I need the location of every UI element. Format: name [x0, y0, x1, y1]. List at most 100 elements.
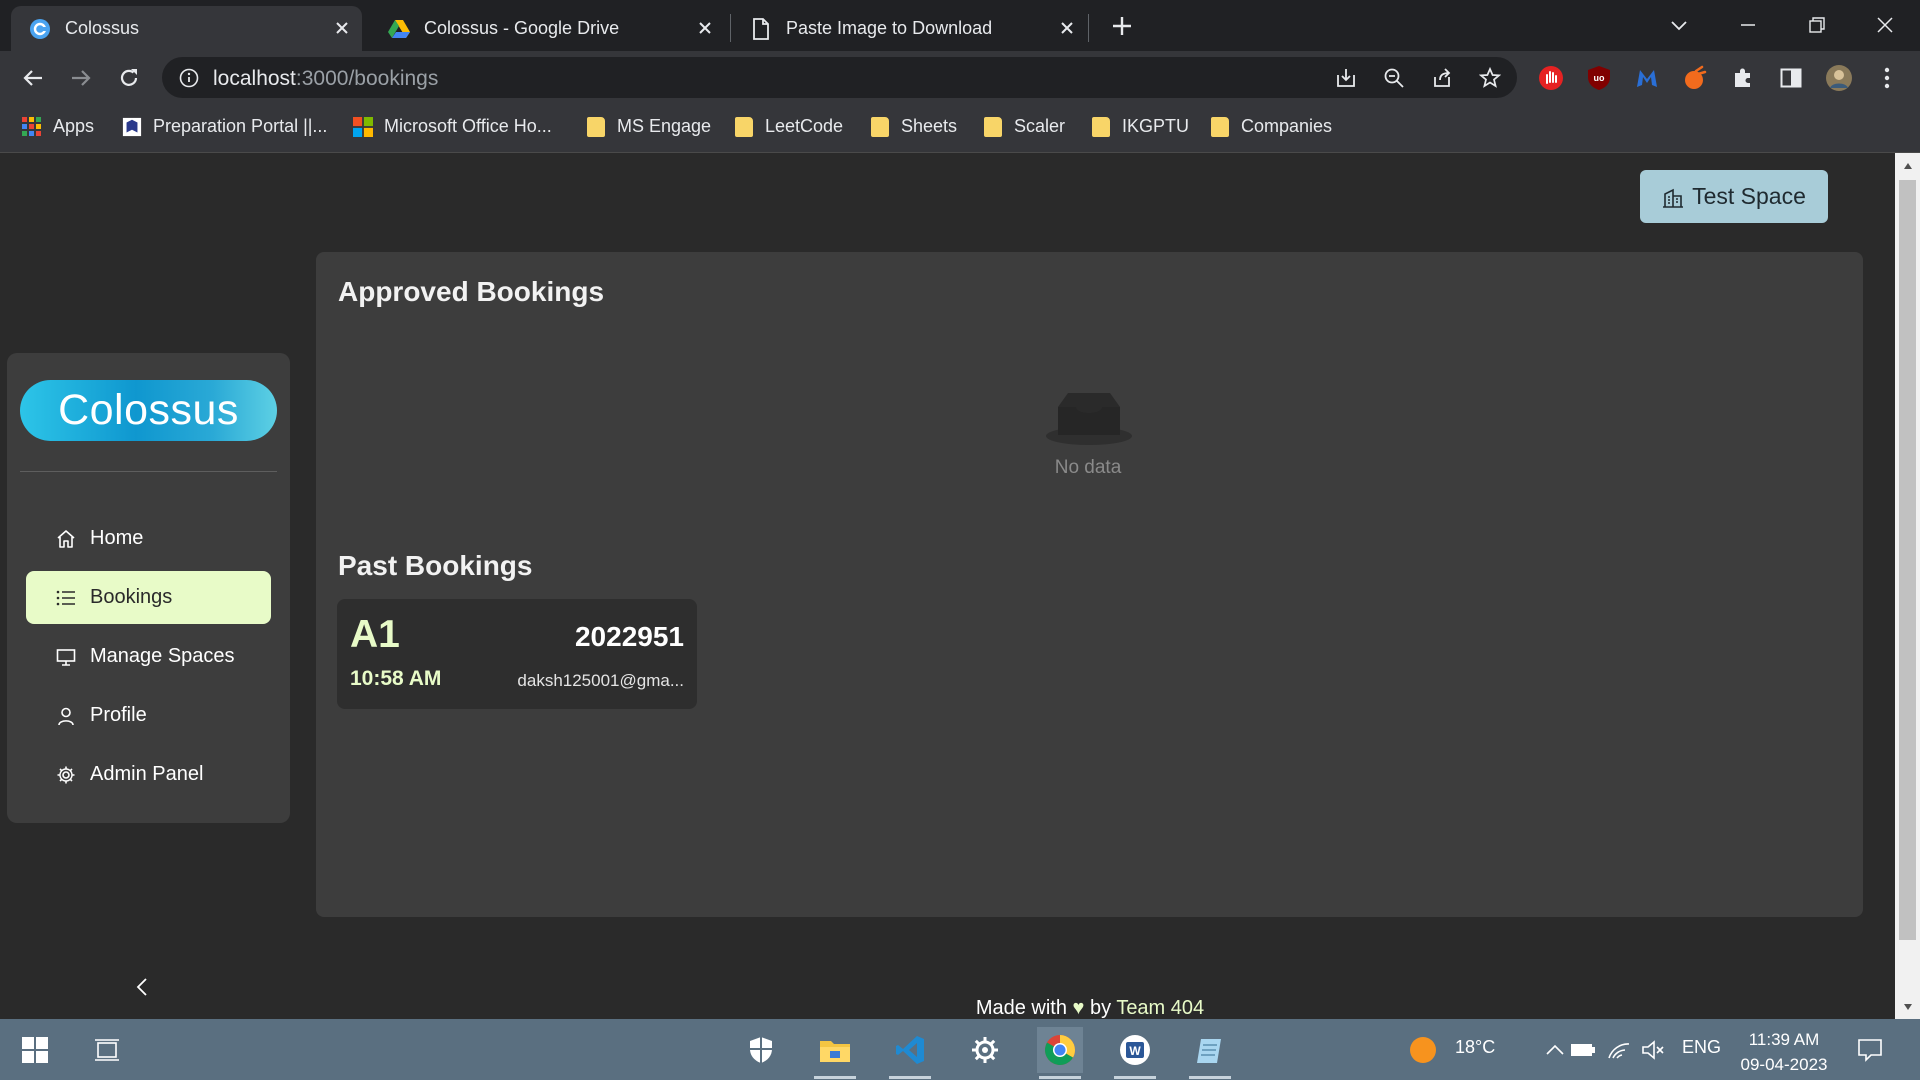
bookmark-label: Sheets: [901, 116, 958, 136]
apps-grid-icon: [22, 116, 42, 137]
reload-icon[interactable]: [115, 64, 143, 92]
heart-icon: ♥: [1072, 997, 1085, 1019]
close-tab-icon[interactable]: [332, 18, 352, 38]
forward-icon[interactable]: [67, 64, 95, 92]
task-view-icon[interactable]: [84, 1027, 130, 1073]
test-space-label: Test Space: [1692, 183, 1806, 209]
approved-bookings-title: Approved Bookings: [338, 276, 605, 307]
tab-paste-image[interactable]: Paste Image to Download: [732, 6, 1087, 51]
booking-email: daksh125001@gma...: [517, 671, 684, 690]
profile-avatar[interactable]: [1825, 64, 1853, 92]
building-icon: [1662, 186, 1684, 208]
close-tab-icon[interactable]: [1057, 18, 1077, 38]
tab-title: Colossus: [65, 18, 140, 38]
weather-sun-icon[interactable]: [1400, 1027, 1446, 1073]
bookings-panel: Approved Bookings No data Past Bookings …: [316, 252, 1863, 917]
file-explorer-icon[interactable]: [812, 1027, 858, 1079]
zoom-out-icon[interactable]: [1382, 66, 1406, 90]
bookmark-scaler[interactable]: Scaler: [983, 116, 1065, 137]
browser-tab-strip: Colossus Colossus - Google Drive Paste I…: [0, 0, 1920, 51]
system-clock[interactable]: 11:39 AM 09-04-2023: [1735, 1027, 1833, 1077]
scrollbar-thumb[interactable]: [1899, 180, 1916, 940]
bookmark-label: Preparation Portal ||...: [153, 116, 328, 136]
minimize-icon[interactable]: [1731, 8, 1765, 42]
monitor-icon: [55, 646, 77, 668]
share-icon[interactable]: [1430, 66, 1454, 90]
windows-start-icon[interactable]: [12, 1027, 58, 1073]
extensions-puzzle-icon[interactable]: [1729, 64, 1757, 92]
bookmark-preparation-portal[interactable]: Preparation Portal ||...: [122, 116, 327, 137]
notification-center-icon[interactable]: [1847, 1027, 1893, 1073]
close-tab-icon[interactable]: [695, 18, 715, 38]
collapse-sidebar-chevron-icon[interactable]: [130, 975, 154, 999]
sidebar-item-label: Profile: [90, 704, 147, 726]
address-bar[interactable]: localhost:3000/bookings: [162, 57, 1517, 98]
bookmark-companies[interactable]: Companies: [1210, 116, 1332, 137]
weather-temperature[interactable]: 18°C: [1455, 1037, 1495, 1058]
bookmark-sheets[interactable]: Sheets: [870, 116, 957, 137]
tab-google-drive[interactable]: Colossus - Google Drive: [370, 6, 725, 51]
tab-separator: [730, 14, 731, 42]
tab-title: Colossus - Google Drive: [424, 18, 620, 38]
tab-title: Paste Image to Download: [786, 18, 993, 38]
hand-stop-extension-icon[interactable]: [1537, 64, 1565, 92]
sidebar-item-bookings[interactable]: Bookings: [26, 571, 271, 624]
gear-icon: [55, 764, 77, 786]
url-text: localhost:3000/bookings: [213, 67, 438, 91]
windows-taskbar: W 18°C ENG 11:39 AM 09-04-2023: [0, 1019, 1920, 1080]
orange-extension-icon[interactable]: [1681, 64, 1709, 92]
booking-card[interactable]: A1 10:58 AM 2022951 daksh125001@gma...: [337, 599, 697, 709]
bookmark-label: Scaler: [1014, 116, 1066, 136]
input-language[interactable]: ENG: [1682, 1037, 1721, 1058]
tab-colossus[interactable]: Colossus: [11, 6, 362, 51]
sidebar-item-admin-panel[interactable]: Admin Panel: [26, 748, 271, 801]
empty-inbox-icon: [1044, 389, 1134, 449]
url-path: :3000/bookings: [295, 67, 439, 90]
restore-icon[interactable]: [1800, 8, 1834, 42]
sidebar-item-manage-spaces[interactable]: Manage Spaces: [26, 630, 271, 683]
sidebar-item-home[interactable]: Home: [26, 512, 271, 565]
vscode-icon[interactable]: [887, 1027, 933, 1079]
install-app-icon[interactable]: [1334, 66, 1358, 90]
windows-security-icon[interactable]: [738, 1027, 784, 1073]
settings-gear-icon[interactable]: [962, 1027, 1008, 1073]
side-panel-icon[interactable]: [1777, 64, 1805, 92]
bookmark-ikgptu[interactable]: IKGPTU: [1091, 116, 1189, 137]
test-space-button[interactable]: Test Space: [1640, 170, 1828, 223]
booking-id: 2022951: [574, 621, 684, 652]
volume-muted-icon[interactable]: [1630, 1027, 1676, 1073]
new-tab-icon[interactable]: [1108, 12, 1136, 40]
sidebar-item-label: Home: [90, 527, 144, 549]
bookmark-label: Apps: [53, 116, 95, 136]
info-icon[interactable]: [178, 67, 200, 89]
footer-by: by: [1089, 997, 1112, 1019]
bookmark-apps[interactable]: Apps: [22, 116, 94, 137]
document-icon: [750, 17, 772, 40]
bookmarks-bar: Apps Preparation Portal ||... Microsoft …: [0, 104, 1920, 153]
bookmark-ms-engage[interactable]: MS Engage: [586, 116, 711, 137]
sidebar-divider: [20, 471, 277, 472]
sidebar-item-profile[interactable]: Profile: [26, 689, 271, 742]
past-bookings-title: Past Bookings: [338, 550, 533, 581]
colossus-logo[interactable]: Colossus: [20, 380, 277, 441]
notepad-icon[interactable]: [1187, 1027, 1233, 1079]
page-footer: Made with ♥ by Team 404: [0, 997, 1920, 1020]
word-icon[interactable]: W: [1112, 1027, 1158, 1079]
bookmark-leetcode[interactable]: LeetCode: [734, 116, 843, 137]
tab-separator: [1088, 14, 1089, 42]
chrome-icon[interactable]: [1037, 1027, 1083, 1079]
browser-menu-icon[interactable]: [1873, 64, 1901, 92]
user-icon: [55, 705, 77, 727]
bookmark-label: LeetCode: [765, 116, 844, 136]
list-icon: [55, 587, 77, 609]
bookmark-star-icon[interactable]: [1478, 66, 1502, 90]
back-icon[interactable]: [19, 64, 47, 92]
tab-search-chevron-icon[interactable]: [1662, 8, 1696, 42]
close-window-icon[interactable]: [1868, 8, 1902, 42]
browser-toolbar: localhost:3000/bookings uo: [0, 51, 1920, 104]
scroll-up-arrow-icon[interactable]: [1899, 157, 1916, 174]
malwarebytes-icon[interactable]: [1633, 64, 1661, 92]
svg-text:W: W: [1129, 1044, 1141, 1058]
ublock-icon[interactable]: uo: [1585, 64, 1613, 92]
bookmark-microsoft-office[interactable]: Microsoft Office Ho...: [353, 116, 552, 137]
